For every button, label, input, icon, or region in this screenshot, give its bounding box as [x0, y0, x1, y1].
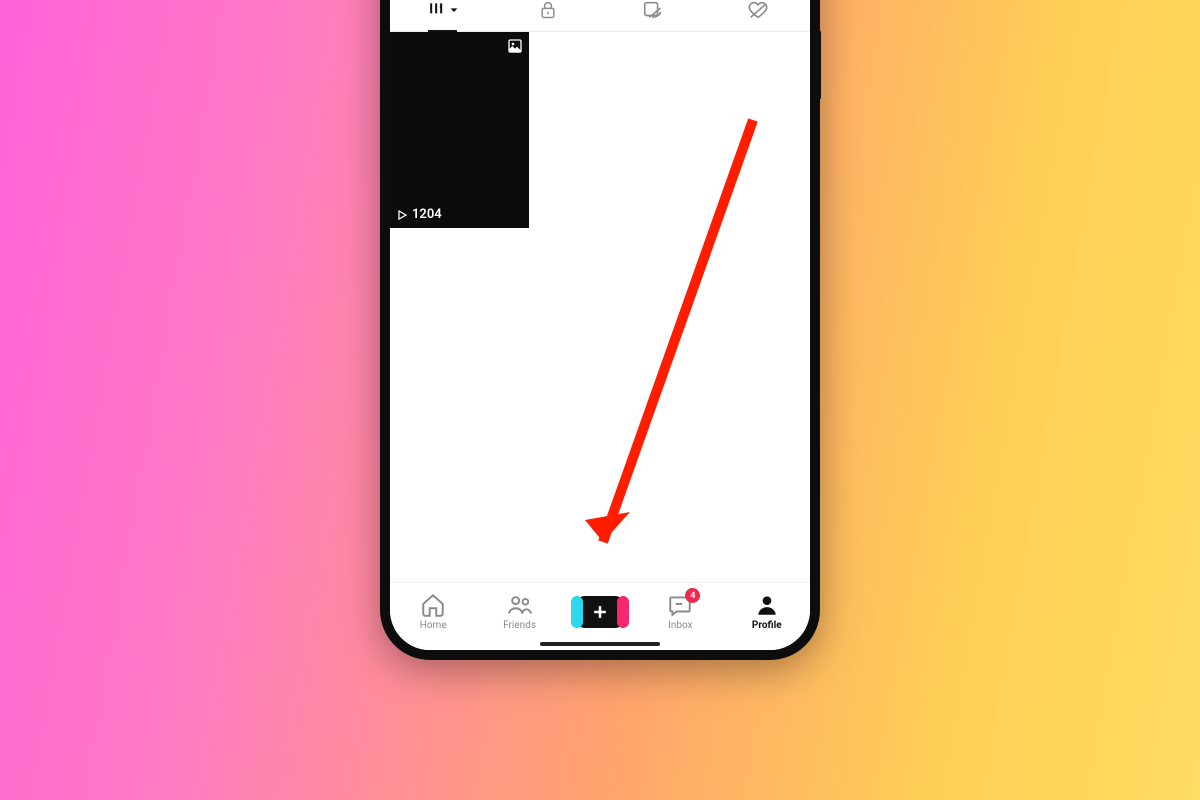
profile-icon — [754, 592, 780, 618]
nav-label: Friends — [503, 620, 536, 631]
tab-posts[interactable] — [390, 0, 495, 31]
tab-liked[interactable] — [705, 0, 810, 31]
plus-icon — [590, 602, 610, 622]
heart-hidden-icon — [747, 0, 769, 21]
create-button[interactable] — [576, 596, 624, 628]
app-screen: Find your friends Find Follows you Follo… — [390, 0, 810, 650]
nav-label: Profile — [752, 620, 782, 631]
view-count: 1204 — [396, 207, 442, 222]
repost-hidden-icon — [642, 0, 664, 21]
grid-icon — [427, 0, 447, 20]
play-icon — [396, 209, 408, 221]
nav-inbox[interactable]: 4 Inbox — [650, 592, 710, 631]
video-thumbnail[interactable]: 1204 — [390, 32, 530, 228]
phone-side-button — [816, 30, 821, 100]
gradient-stage: Find your friends Find Follows you Follo… — [0, 0, 1200, 800]
tab-private[interactable] — [495, 0, 600, 31]
nav-home[interactable]: Home — [403, 592, 463, 631]
home-icon — [420, 592, 446, 618]
bottom-nav: Home Friends — [390, 582, 810, 650]
content-tabs — [390, 0, 810, 32]
chevron-down-icon — [449, 5, 459, 15]
nav-label: Inbox — [668, 620, 692, 631]
nav-friends[interactable]: Friends — [490, 592, 550, 631]
inbox-badge: 4 — [685, 588, 700, 603]
view-count-number: 1204 — [412, 207, 442, 222]
phone-frame: Find your friends Find Follows you Follo… — [380, 0, 820, 660]
friends-icon — [507, 592, 533, 618]
nav-label: Home — [420, 620, 447, 631]
home-indicator — [540, 642, 660, 646]
lock-icon — [538, 0, 558, 20]
tab-reposts[interactable] — [600, 0, 705, 31]
video-grid: 1204 — [390, 32, 810, 582]
nav-profile[interactable]: Profile — [737, 592, 797, 631]
image-post-icon — [507, 38, 523, 58]
